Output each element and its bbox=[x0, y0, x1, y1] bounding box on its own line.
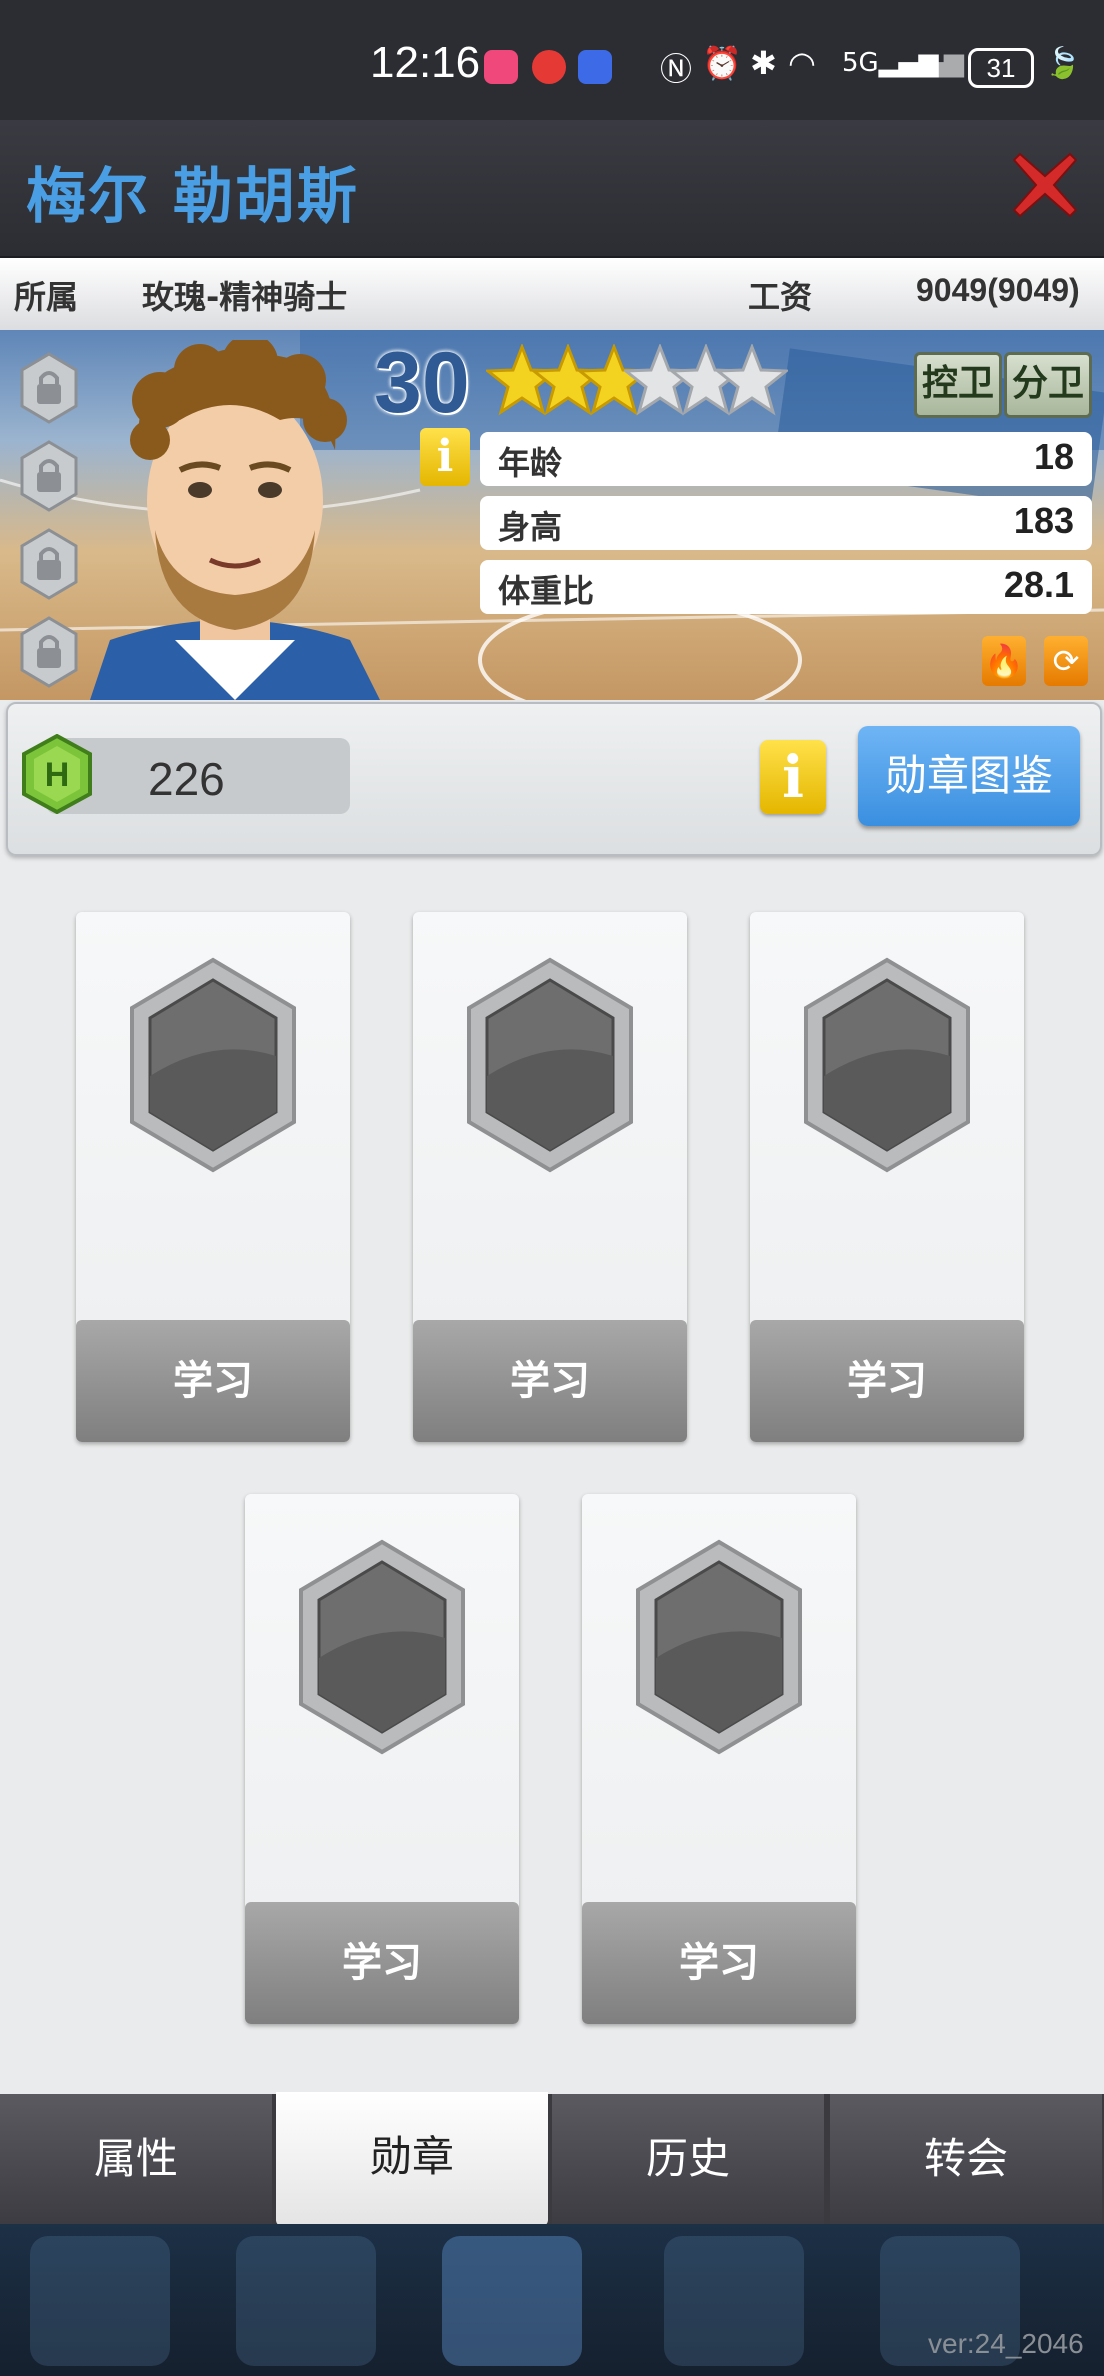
stat-row-age: 年龄 18 bbox=[480, 432, 1092, 486]
app-notification-icon bbox=[532, 50, 566, 84]
close-button[interactable] bbox=[1010, 150, 1080, 220]
flame-button[interactable]: 🔥 bbox=[982, 636, 1026, 686]
stat-row-weight-ratio: 体重比 28.1 bbox=[480, 560, 1092, 614]
lock-icon bbox=[20, 616, 78, 688]
alarm-icon: ⏰ bbox=[702, 44, 742, 82]
learn-button[interactable]: 学习 bbox=[76, 1320, 350, 1442]
empty-badge-icon[interactable] bbox=[465, 956, 635, 1176]
empty-badge-icon[interactable] bbox=[802, 956, 972, 1176]
bluetooth-icon: ✱ bbox=[750, 44, 777, 82]
empty-badge-icon[interactable] bbox=[634, 1538, 804, 1758]
salary-value: 9049(9049) bbox=[916, 272, 1080, 308]
badge-points-icon: H bbox=[22, 733, 92, 815]
tab-attributes[interactable]: 属性 bbox=[0, 2094, 272, 2224]
lock-icon bbox=[20, 528, 78, 600]
refresh-button[interactable]: ⟳ bbox=[1044, 636, 1088, 686]
badge-info-button[interactable]: i bbox=[760, 740, 826, 814]
empty-badge-icon[interactable] bbox=[128, 956, 298, 1176]
flame-icon: 🔥 bbox=[984, 642, 1024, 680]
stat-value: 183 bbox=[1013, 500, 1074, 541]
nav-icon bbox=[236, 2236, 376, 2366]
player-info-button[interactable]: i bbox=[420, 428, 470, 486]
star-empty-icon bbox=[713, 342, 791, 416]
player-rating: 30 bbox=[374, 335, 470, 431]
tab-badges[interactable]: 勋章 bbox=[276, 2092, 548, 2226]
status-time: 12:16 bbox=[370, 38, 481, 87]
nfc-icon: Ⓝ bbox=[660, 50, 693, 88]
version-label: ver:24_2046 bbox=[928, 2328, 1084, 2359]
empty-badge-icon[interactable] bbox=[297, 1538, 467, 1758]
team-label: 所属 bbox=[14, 278, 79, 316]
stat-label: 年龄 bbox=[498, 444, 563, 482]
stat-label: 身高 bbox=[498, 508, 563, 546]
learn-button[interactable]: 学习 bbox=[582, 1902, 856, 2024]
lock-icon bbox=[20, 352, 78, 424]
nav-icon bbox=[664, 2236, 804, 2366]
stat-row-height: 身高 183 bbox=[480, 496, 1092, 550]
learn-button[interactable]: 学习 bbox=[245, 1902, 519, 2024]
position-tag: 分卫 bbox=[1004, 352, 1092, 418]
stat-label: 体重比 bbox=[498, 572, 595, 610]
refresh-icon: ⟳ bbox=[1052, 642, 1080, 680]
svg-text:H: H bbox=[45, 756, 70, 794]
close-icon bbox=[1012, 152, 1078, 218]
stat-value: 18 bbox=[1033, 436, 1074, 477]
player-avatar bbox=[90, 340, 380, 700]
signal-icon: ▂▄▆ bbox=[904, 48, 964, 78]
app-notification-icon bbox=[484, 50, 518, 84]
tab-transfer[interactable]: 转会 bbox=[830, 2094, 1102, 2224]
wifi-icon: ◠ bbox=[788, 44, 816, 82]
player-name-title: 梅尔 勒胡斯 bbox=[26, 162, 359, 232]
badge-book-button[interactable]: 勋章图鉴 bbox=[858, 726, 1080, 826]
stat-value: 28.1 bbox=[1003, 564, 1074, 605]
nav-icon bbox=[30, 2236, 170, 2366]
music-app-icon bbox=[578, 50, 612, 84]
tab-history[interactable]: 历史 bbox=[552, 2094, 824, 2224]
position-tag: 控卫 bbox=[914, 352, 1002, 418]
leaf-icon: 🍃 bbox=[1044, 46, 1082, 81]
battery-icon: 31 bbox=[968, 48, 1034, 88]
nav-icon bbox=[442, 2236, 582, 2366]
salary-label: 工资 bbox=[748, 278, 813, 316]
learn-button[interactable]: 学习 bbox=[750, 1320, 1024, 1442]
lock-icon bbox=[20, 440, 78, 512]
badge-points-value: 226 bbox=[148, 753, 225, 805]
learn-button[interactable]: 学习 bbox=[413, 1320, 687, 1442]
team-value: 玫瑰-精神骑士 bbox=[142, 278, 348, 316]
